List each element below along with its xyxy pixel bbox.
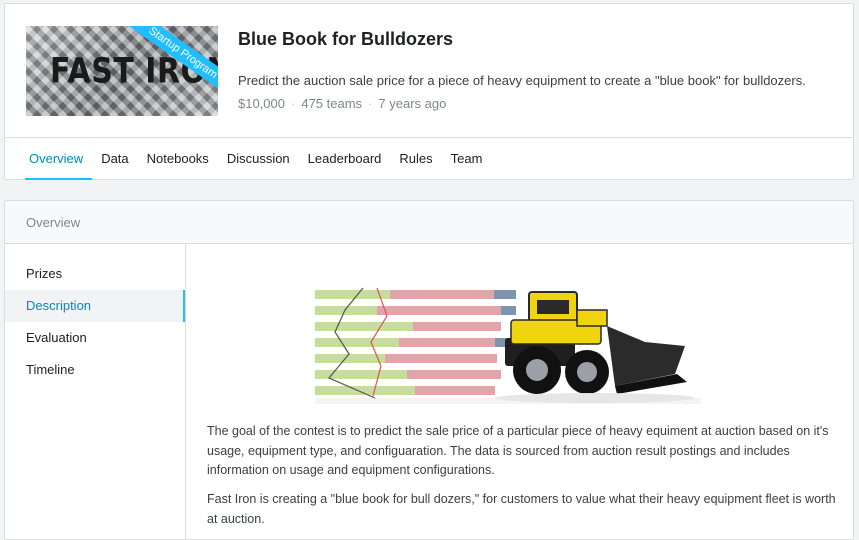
tab-rules[interactable]: Rules bbox=[390, 137, 441, 180]
overview-section-header: Overview bbox=[5, 201, 853, 244]
overview-card: Overview Prizes Description Evaluation T… bbox=[4, 200, 854, 540]
separator-dot: · bbox=[291, 96, 296, 111]
tab-overview[interactable]: Overview bbox=[25, 137, 93, 180]
sidebar-item-evaluation[interactable]: Evaluation bbox=[5, 322, 185, 354]
team-count[interactable]: 475 teams bbox=[301, 96, 362, 111]
bulldozer-illustration bbox=[315, 287, 701, 404]
tab-notebooks[interactable]: Notebooks bbox=[138, 137, 218, 180]
competition-header: FAST IRON Startup Program Blue Book for … bbox=[4, 3, 854, 180]
sidebar-item-description[interactable]: Description bbox=[5, 290, 185, 322]
sidebar-item-timeline[interactable]: Timeline bbox=[5, 354, 185, 386]
sidebar-item-prizes[interactable]: Prizes bbox=[5, 258, 185, 290]
competition-title: Blue Book for Bulldozers bbox=[238, 29, 454, 49]
tab-discussion[interactable]: Discussion bbox=[218, 137, 299, 180]
prize-amount: $10,000 bbox=[238, 96, 285, 111]
separator-dot: · bbox=[368, 96, 373, 111]
competition-banner-image: FAST IRON Startup Program bbox=[26, 26, 218, 116]
overview-sidebar: Prizes Description Evaluation Timeline bbox=[5, 244, 186, 539]
competition-description: Predict the auction sale price for a pie… bbox=[238, 73, 806, 88]
bulldozer-graphic bbox=[495, 291, 695, 403]
tab-leaderboard[interactable]: Leaderboard bbox=[299, 137, 391, 180]
competition-tabs: Overview Data Notebooks Discussion Leade… bbox=[25, 137, 491, 180]
tab-team[interactable]: Team bbox=[442, 137, 492, 180]
description-paragraph: The goal of the contest is to predict th… bbox=[207, 424, 829, 477]
competition-meta: $10,000 · 475 teams · 7 years ago bbox=[238, 96, 446, 111]
competition-age: 7 years ago bbox=[378, 96, 447, 111]
description-paragraph: Fast Iron is creating a "blue book for b… bbox=[207, 492, 836, 526]
tab-data[interactable]: Data bbox=[92, 137, 137, 180]
